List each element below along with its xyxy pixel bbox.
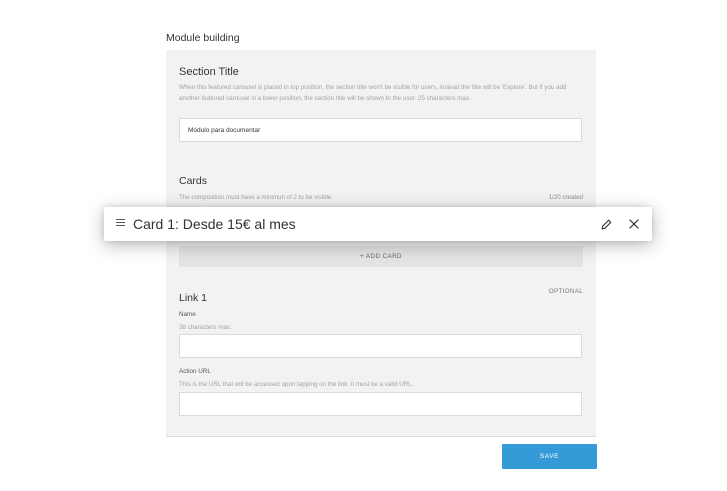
link-heading: Link 1 bbox=[179, 292, 208, 304]
action-url-label: Action URL bbox=[179, 368, 211, 375]
save-button[interactable]: SAVE bbox=[502, 444, 597, 469]
section-title-heading: Section Title bbox=[179, 66, 239, 78]
cards-heading: Cards bbox=[179, 175, 208, 187]
cards-description: The composition must have a minimun of 2… bbox=[179, 194, 332, 201]
name-field-help: 38 characters max. bbox=[179, 324, 232, 331]
section-title-input[interactable]: Módulo para documentar bbox=[179, 118, 582, 142]
add-card-button[interactable]: + ADD CARD bbox=[179, 246, 583, 267]
action-url-help: This is the URL that will be accessed up… bbox=[179, 381, 414, 388]
close-icon[interactable] bbox=[628, 218, 640, 230]
optional-label: OPTIONAL bbox=[548, 288, 583, 295]
section-title-description: When this featured carousel is placed in… bbox=[179, 84, 567, 102]
module-title: Module building bbox=[166, 32, 240, 44]
name-field-label: Name bbox=[179, 311, 196, 318]
drag-handle-icon[interactable] bbox=[116, 219, 125, 229]
name-input[interactable] bbox=[179, 334, 582, 358]
cards-count: 1/20 created bbox=[548, 194, 583, 201]
module-form-panel: Section Title When this featured carouse… bbox=[166, 50, 596, 437]
action-url-input[interactable] bbox=[179, 392, 582, 416]
card-item-label: Card 1: Desde 15€ al mes bbox=[133, 216, 296, 232]
card-item[interactable]: Card 1: Desde 15€ al mes bbox=[104, 207, 652, 241]
pencil-icon[interactable] bbox=[600, 218, 613, 231]
